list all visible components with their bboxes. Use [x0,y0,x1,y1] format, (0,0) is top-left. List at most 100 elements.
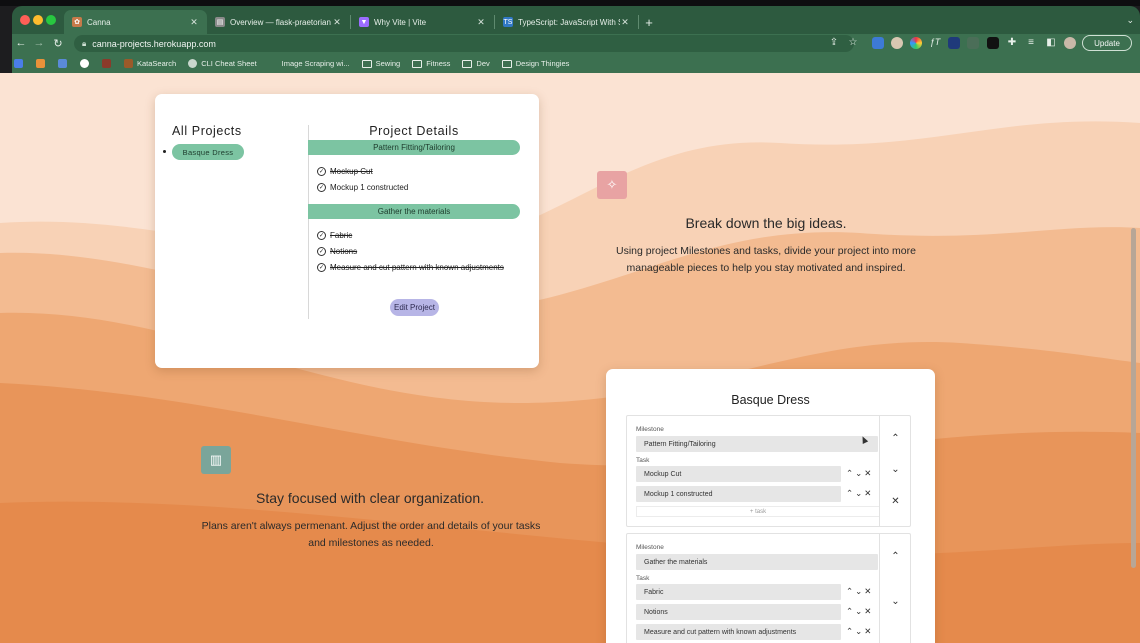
bookmark-2[interactable] [36,59,49,68]
delete-icon[interactable]: ✕ [864,488,873,498]
extension-grid-icon[interactable] [967,37,979,49]
check-circle-icon[interactable]: ✓ [317,231,326,240]
screen: ✿ Canna ✕ ▤ Overview — flask-praetorian … [0,0,1140,643]
vite-favicon-icon: ▼ [359,17,369,27]
tab-typescript[interactable]: TS TypeScript: JavaScript With Sy ✕ [495,10,638,34]
task-item[interactable]: ✓ Measure and cut pattern with known adj… [317,263,504,272]
move-down-icon[interactable]: ⌄ [855,488,864,498]
move-up-icon[interactable]: ⌃ [846,488,855,498]
extension-shield-icon[interactable] [872,37,884,49]
tab-label: Why Vite | Vite [374,17,427,27]
task-field[interactable]: Mockup 1 constructed [636,486,841,502]
milestone-editor: Milestone Gather the materials Task Fabr… [626,533,911,643]
move-down-icon[interactable]: ⌄ [855,586,864,596]
delete-icon[interactable]: ✕ [880,496,911,507]
close-tab-icon[interactable]: ✕ [332,17,342,28]
reload-icon[interactable]: ↻ [51,37,65,50]
close-window-button[interactable] [20,15,30,25]
task-label: Task [636,457,650,464]
move-up-icon[interactable]: ⌃ [846,468,855,478]
bookmark-github[interactable] [80,59,93,68]
back-arrow-icon[interactable]: ← [14,37,28,49]
bookmark-cli-cheat-sheet[interactable]: CLI Cheat Sheet [188,59,257,68]
move-down-icon[interactable]: ⌄ [855,468,864,478]
extension-react-icon[interactable] [948,37,960,49]
check-circle-icon[interactable]: ✓ [317,183,326,192]
minimize-window-button[interactable] [33,15,43,25]
task-label: Measure and cut pattern with known adjus… [330,263,504,272]
move-up-icon[interactable]: ⌃ [846,606,855,616]
close-tab-icon[interactable]: ✕ [476,17,486,28]
move-up-icon[interactable]: ⌃ [880,433,911,444]
bookmark-katasearch[interactable]: KataSearch [124,59,176,68]
close-tab-icon[interactable]: ✕ [620,17,630,28]
move-down-icon[interactable]: ⌄ [880,596,911,607]
new-tab-button[interactable]: + [639,10,659,34]
extension-color-picker-icon[interactable] [910,37,922,49]
task-field[interactable]: Mockup Cut [636,466,841,482]
task-item[interactable]: ✓ Mockup 1 constructed [317,183,408,192]
tab-canna[interactable]: ✿ Canna ✕ [64,10,207,34]
task-field[interactable]: Fabric [636,584,841,600]
task-label: Notions [330,247,358,256]
move-down-icon[interactable]: ⌄ [855,606,864,616]
task-field[interactable]: Measure and cut pattern with known adjus… [636,624,841,640]
check-circle-icon[interactable]: ✓ [317,263,326,272]
share-icon[interactable]: ⇪ [827,37,841,48]
tab-label: Canna [87,17,111,27]
bookmark-label: Sewing [375,59,401,68]
move-up-icon[interactable]: ⌃ [846,586,855,596]
extension-dark-icon[interactable] [987,37,999,49]
edit-project-button[interactable]: Edit Project [390,299,439,316]
check-circle-icon[interactable]: ✓ [317,167,326,176]
milestone-editor: Milestone Pattern Fitting/Tailoring Task… [626,415,911,527]
bookmark-3[interactable] [58,59,71,68]
project-pill-basque-dress[interactable]: Basque Dress [172,144,244,160]
profile-avatar[interactable] [1064,37,1076,49]
bookmarks-bar: KataSearch CLI Cheat Sheet Image Scrapin… [12,54,1140,73]
extension-fonts-icon[interactable]: ƒT [928,37,942,47]
zoom-window-button[interactable] [46,15,56,25]
bookmark-5[interactable] [102,59,115,68]
update-button[interactable]: Update [1082,35,1132,51]
delete-icon[interactable]: ✕ [864,606,873,616]
delete-icon[interactable]: ✕ [864,468,873,478]
side-panel-icon[interactable]: ◧ [1044,37,1058,48]
task-item[interactable]: ✓ Mockup Cut [317,167,373,176]
milestone-name-field[interactable]: Pattern Fitting/Tailoring [636,436,878,452]
reading-list-icon[interactable]: ≡ [1024,37,1038,48]
task-item[interactable]: ✓ Fabric [317,231,352,240]
tab-flask-praetorian[interactable]: ▤ Overview — flask-praetorian 1. ✕ [207,10,350,34]
browser-toolbar: ← → ↻ 🔒︎ canna-projects.herokuapp.com ⇪ … [12,34,1140,54]
check-circle-icon[interactable]: ✓ [317,247,326,256]
tab-vite[interactable]: ▼ Why Vite | Vite ✕ [351,10,494,34]
bookmark-folder-sewing[interactable]: Sewing [361,59,401,68]
milestone-controls: ⌃ ⌄ [879,534,910,643]
move-up-icon[interactable]: ⌃ [880,551,911,562]
extensions-puzzle-icon[interactable]: ✚ [1005,37,1019,48]
bookmark-folder-dev[interactable]: Dev [462,59,490,68]
delete-icon[interactable]: ✕ [864,586,873,596]
project-title: Basque Dress [731,393,810,407]
milestone-name-field[interactable]: Gather the materials [636,554,878,570]
forward-arrow-icon[interactable]: → [32,37,46,49]
bookmark-gmail[interactable] [14,59,27,68]
chevron-down-icon[interactable]: ⌄ [1126,15,1134,26]
bookmark-icon [124,59,133,68]
add-task-button[interactable]: + task [636,506,880,517]
close-tab-icon[interactable]: ✕ [189,17,199,28]
task-field[interactable]: Notions [636,604,841,620]
bookmark-folder-design-thingies[interactable]: Design Thingies [501,59,569,68]
move-down-icon[interactable]: ⌄ [880,464,911,475]
feature-title: Break down the big ideas. [685,215,847,231]
page-scrollbar[interactable] [1131,228,1136,568]
extension-cookie-icon[interactable] [891,37,903,49]
address-bar[interactable]: 🔒︎ canna-projects.herokuapp.com [74,35,854,52]
task-item[interactable]: ✓ Notions [317,247,357,256]
move-down-icon[interactable]: ⌄ [855,626,864,636]
delete-icon[interactable]: ✕ [864,626,873,636]
bookmark-folder-fitness[interactable]: Fitness [412,59,450,68]
move-up-icon[interactable]: ⌃ [846,626,855,636]
bookmark-image-scraping[interactable]: Image Scraping wi... [268,59,350,68]
bookmark-star-icon[interactable]: ☆ [846,37,860,48]
